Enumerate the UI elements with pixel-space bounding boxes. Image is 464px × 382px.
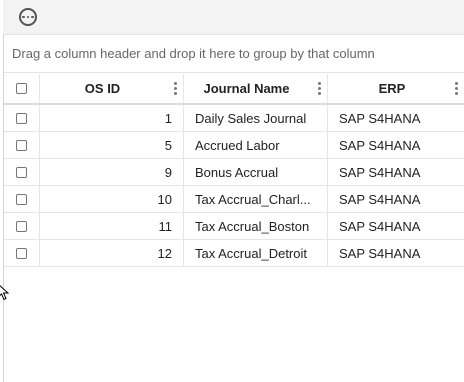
row-select-cell — [4, 240, 40, 266]
table-row[interactable]: 1 Daily Sales Journal SAP S4HANA — [4, 105, 464, 132]
journal-name-cell[interactable]: Tax Accrual_Boston — [184, 213, 328, 239]
journal-name-cell[interactable]: Bonus Accrual — [184, 159, 328, 185]
table-row[interactable]: 12 Tax Accrual_Detroit SAP S4HANA — [4, 240, 464, 267]
grid-toolbar — [3, 0, 464, 35]
column-menu-icon[interactable] — [318, 82, 321, 95]
group-by-hint: Drag a column header and drop it here to… — [12, 46, 375, 61]
row-select-cell — [4, 132, 40, 158]
os-id-cell[interactable]: 1 — [40, 105, 184, 131]
os-id-cell[interactable]: 9 — [40, 159, 184, 185]
journal-name-text: Accrued Labor — [195, 137, 280, 153]
column-header-journal-name[interactable]: Journal Name — [184, 74, 328, 103]
select-all-checkbox[interactable] — [16, 83, 27, 94]
erp-cell[interactable]: SAP S4HANA — [328, 159, 464, 185]
os-id-cell[interactable]: 12 — [40, 240, 184, 266]
journal-name-text: Daily Sales Journal — [195, 110, 307, 126]
journal-name-text: Tax Accrual_Boston — [195, 218, 310, 234]
table-row[interactable]: 9 Bonus Accrual SAP S4HANA — [4, 159, 464, 186]
row-checkbox[interactable] — [16, 247, 27, 259]
erp-cell[interactable]: SAP S4HANA — [328, 132, 464, 158]
row-checkbox[interactable] — [16, 112, 27, 124]
erp-cell[interactable]: SAP S4HANA — [328, 213, 464, 239]
row-select-cell — [4, 105, 40, 131]
column-header-os-id[interactable]: OS ID — [40, 74, 184, 103]
column-menu-icon[interactable] — [455, 82, 458, 95]
os-id-cell[interactable]: 5 — [40, 132, 184, 158]
journal-name-cell[interactable]: Accrued Labor — [184, 132, 328, 158]
column-header-erp[interactable]: ERP — [328, 74, 464, 103]
journal-name-cell[interactable]: Tax Accrual_Charl... — [184, 186, 328, 212]
os-id-cell[interactable]: 11 — [40, 213, 184, 239]
column-header-label: Journal Name — [203, 81, 290, 96]
row-select-cell — [4, 159, 40, 185]
erp-cell[interactable]: SAP S4HANA — [328, 240, 464, 266]
column-header-label: ERP — [378, 81, 406, 96]
erp-cell[interactable]: SAP S4HANA — [328, 186, 464, 212]
erp-cell[interactable]: SAP S4HANA — [328, 105, 464, 131]
table-row[interactable]: 10 Tax Accrual_Charl... SAP S4HANA — [4, 186, 464, 213]
row-checkbox[interactable] — [16, 166, 27, 178]
journal-name-cell[interactable]: Tax Accrual_Detroit — [184, 240, 328, 266]
column-menu-icon[interactable] — [174, 82, 177, 95]
row-select-cell — [4, 186, 40, 212]
journal-name-text: Tax Accrual_Detroit — [195, 245, 307, 261]
os-id-cell[interactable]: 10 — [40, 186, 184, 212]
header-select-cell — [4, 74, 40, 103]
row-checkbox[interactable] — [16, 139, 27, 151]
table-row[interactable]: 5 Accrued Labor SAP S4HANA — [4, 132, 464, 159]
journal-name-text: Bonus Accrual — [195, 164, 279, 180]
row-checkbox[interactable] — [16, 220, 27, 232]
grid-header-row: OS ID Journal Name ERP — [4, 74, 464, 105]
data-grid: OS ID Journal Name ERP 1 Daily Sales Jou… — [4, 74, 464, 267]
row-checkbox[interactable] — [16, 193, 27, 205]
row-select-cell — [4, 213, 40, 239]
column-header-label: OS ID — [84, 81, 121, 96]
ellipsis-circle-icon[interactable] — [19, 8, 37, 26]
journal-name-text: Tax Accrual_Charl... — [195, 191, 311, 207]
mouse-pointer-icon — [0, 285, 9, 301]
group-by-panel[interactable]: Drag a column header and drop it here to… — [4, 35, 464, 73]
journal-name-cell[interactable]: Daily Sales Journal — [184, 105, 328, 131]
table-row[interactable]: 11 Tax Accrual_Boston SAP S4HANA — [4, 213, 464, 240]
